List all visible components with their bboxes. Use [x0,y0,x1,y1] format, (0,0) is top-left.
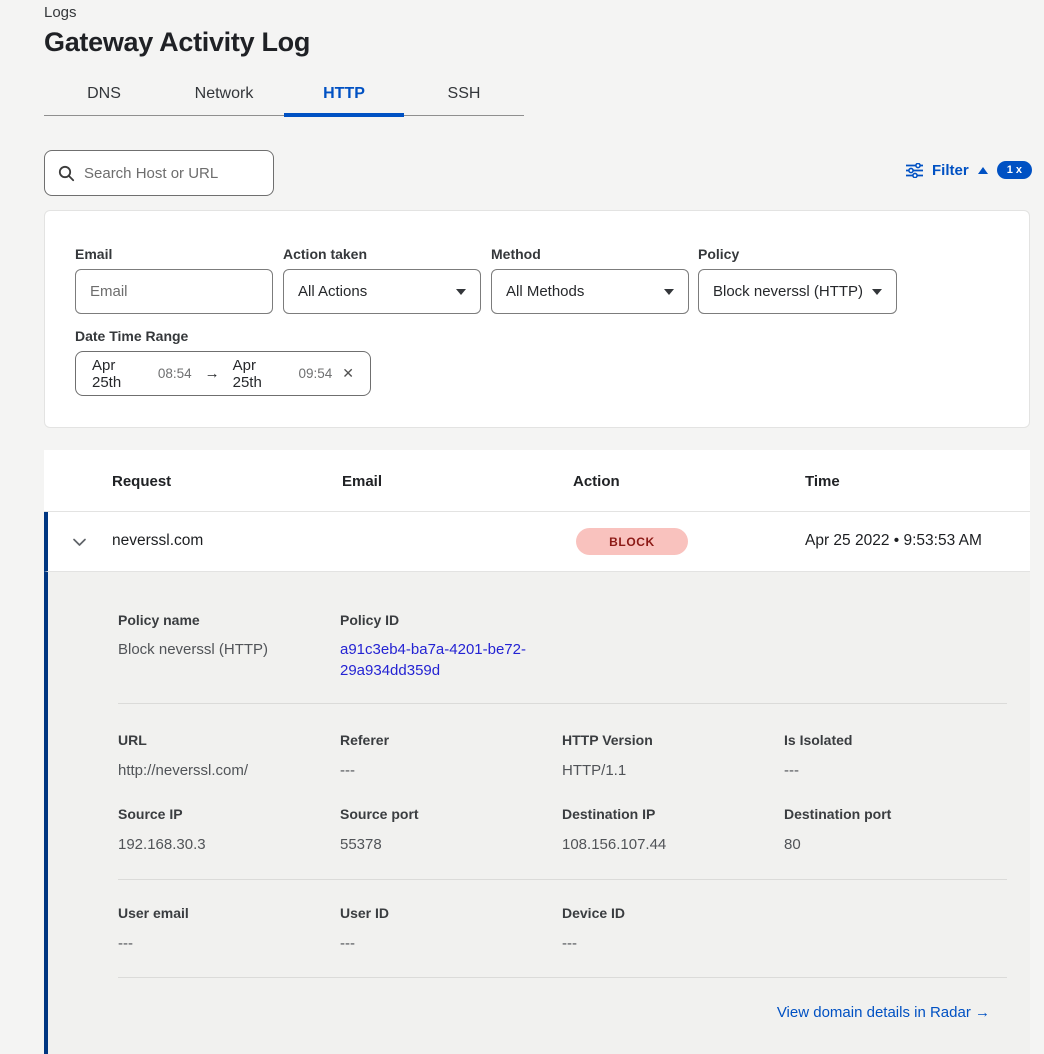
filter-sliders-icon [906,163,923,178]
policy-id-link[interactable]: a91c3eb4-ba7a-4201-be72-29a934dd359d [340,639,540,681]
range-end-time: 09:54 [298,366,332,381]
column-header-time: Time [805,450,840,512]
tab-ssh[interactable]: SSH [404,72,524,115]
source-ip-label: Source IP [118,806,183,822]
device-id-value: --- [562,933,577,954]
table-row[interactable]: neverssl.com BLOCK Apr 25 2022 • 9:53:53… [44,512,1030,572]
search-icon [58,165,75,182]
user-id-value: --- [340,933,355,954]
tab-dns[interactable]: DNS [44,72,164,115]
column-header-email: Email [342,450,382,512]
user-email-label: User email [118,905,189,921]
source-port-value: 55378 [340,834,382,855]
email-filter-field[interactable] [75,269,273,314]
action-taken-value: All Actions [298,283,456,300]
filter-count-badge[interactable]: 1 x [997,161,1032,179]
breadcrumb[interactable]: Logs [44,4,77,21]
method-value: All Methods [506,283,664,300]
activity-log-table: Request Email Action Time neverssl.com B… [44,450,1030,1054]
page-title: Gateway Activity Log [44,27,310,58]
column-header-action: Action [573,450,620,512]
user-email-value: --- [118,933,133,954]
chevron-down-icon [872,289,882,295]
chevron-up-icon [978,167,988,174]
filter-label[interactable]: Filter [932,162,969,179]
action-taken-select[interactable]: All Actions [283,269,481,314]
filter-toggle[interactable]: Filter 1 x [906,161,1032,179]
search-input[interactable] [84,165,260,182]
destination-port-value: 80 [784,834,801,855]
row-time-cell: Apr 25 2022 • 9:53:53 AM [805,512,982,570]
range-end-date: Apr 25th [233,357,289,391]
is-isolated-label: Is Isolated [784,732,852,748]
policy-select[interactable]: Block neverssl (HTTP) [698,269,897,314]
http-version-label: HTTP Version [562,732,653,748]
range-start-time: 08:54 [158,366,192,381]
email-filter-input[interactable] [90,283,258,300]
tab-network[interactable]: Network [164,72,284,115]
email-filter-label: Email [75,246,112,262]
chevron-down-icon [664,289,674,295]
action-taken-label: Action taken [283,246,367,262]
chevron-down-icon [456,289,466,295]
is-isolated-value: --- [784,760,799,781]
policy-value: Block neverssl (HTTP) [713,283,872,300]
source-port-label: Source port [340,806,419,822]
referer-label: Referer [340,732,389,748]
http-version-value: HTTP/1.1 [562,760,626,781]
gateway-activity-log-page: Logs Gateway Activity Log DNS Network HT… [0,0,1044,1054]
url-label: URL [118,732,147,748]
method-label: Method [491,246,541,262]
method-select[interactable]: All Methods [491,269,689,314]
url-value: http://neverssl.com/ [118,760,248,781]
filter-panel: Email Action taken All Actions Method Al… [44,210,1030,428]
block-status-badge: BLOCK [576,528,688,555]
log-type-tabs: DNS Network HTTP SSH [44,72,524,116]
clear-date-range-icon[interactable]: ✕ [342,365,354,382]
column-header-request: Request [112,450,171,512]
range-start-date: Apr 25th [92,357,148,391]
user-id-label: User ID [340,905,389,921]
policy-name-label: Policy name [118,612,200,628]
device-id-label: Device ID [562,905,625,921]
collapse-row-chevron-icon[interactable] [72,535,87,553]
date-time-range-picker[interactable]: Apr 25th 08:54 → Apr 25th 09:54 ✕ [75,351,371,396]
source-ip-value: 192.168.30.3 [118,834,206,855]
destination-ip-value: 108.156.107.44 [562,834,666,855]
divider [118,977,1007,978]
row-request-cell: neverssl.com [112,512,203,570]
expanded-row-details: Policy name Block neverssl (HTTP) Policy… [44,572,1030,1054]
destination-ip-label: Destination IP [562,806,655,822]
policy-label: Policy [698,246,739,262]
view-domain-details-in-radar-link[interactable]: View domain details in Radar → [777,1004,990,1021]
tab-http[interactable]: HTTP [284,72,404,115]
referer-value: --- [340,760,355,781]
date-time-range-label: Date Time Range [75,328,188,344]
policy-id-label: Policy ID [340,612,399,628]
arrow-right-icon: → [202,365,223,382]
table-header: Request Email Action Time [44,450,1030,512]
search-box[interactable] [44,150,274,196]
policy-name-value: Block neverssl (HTTP) [118,639,268,660]
destination-port-label: Destination port [784,806,891,822]
divider [118,703,1007,704]
divider [118,879,1007,880]
